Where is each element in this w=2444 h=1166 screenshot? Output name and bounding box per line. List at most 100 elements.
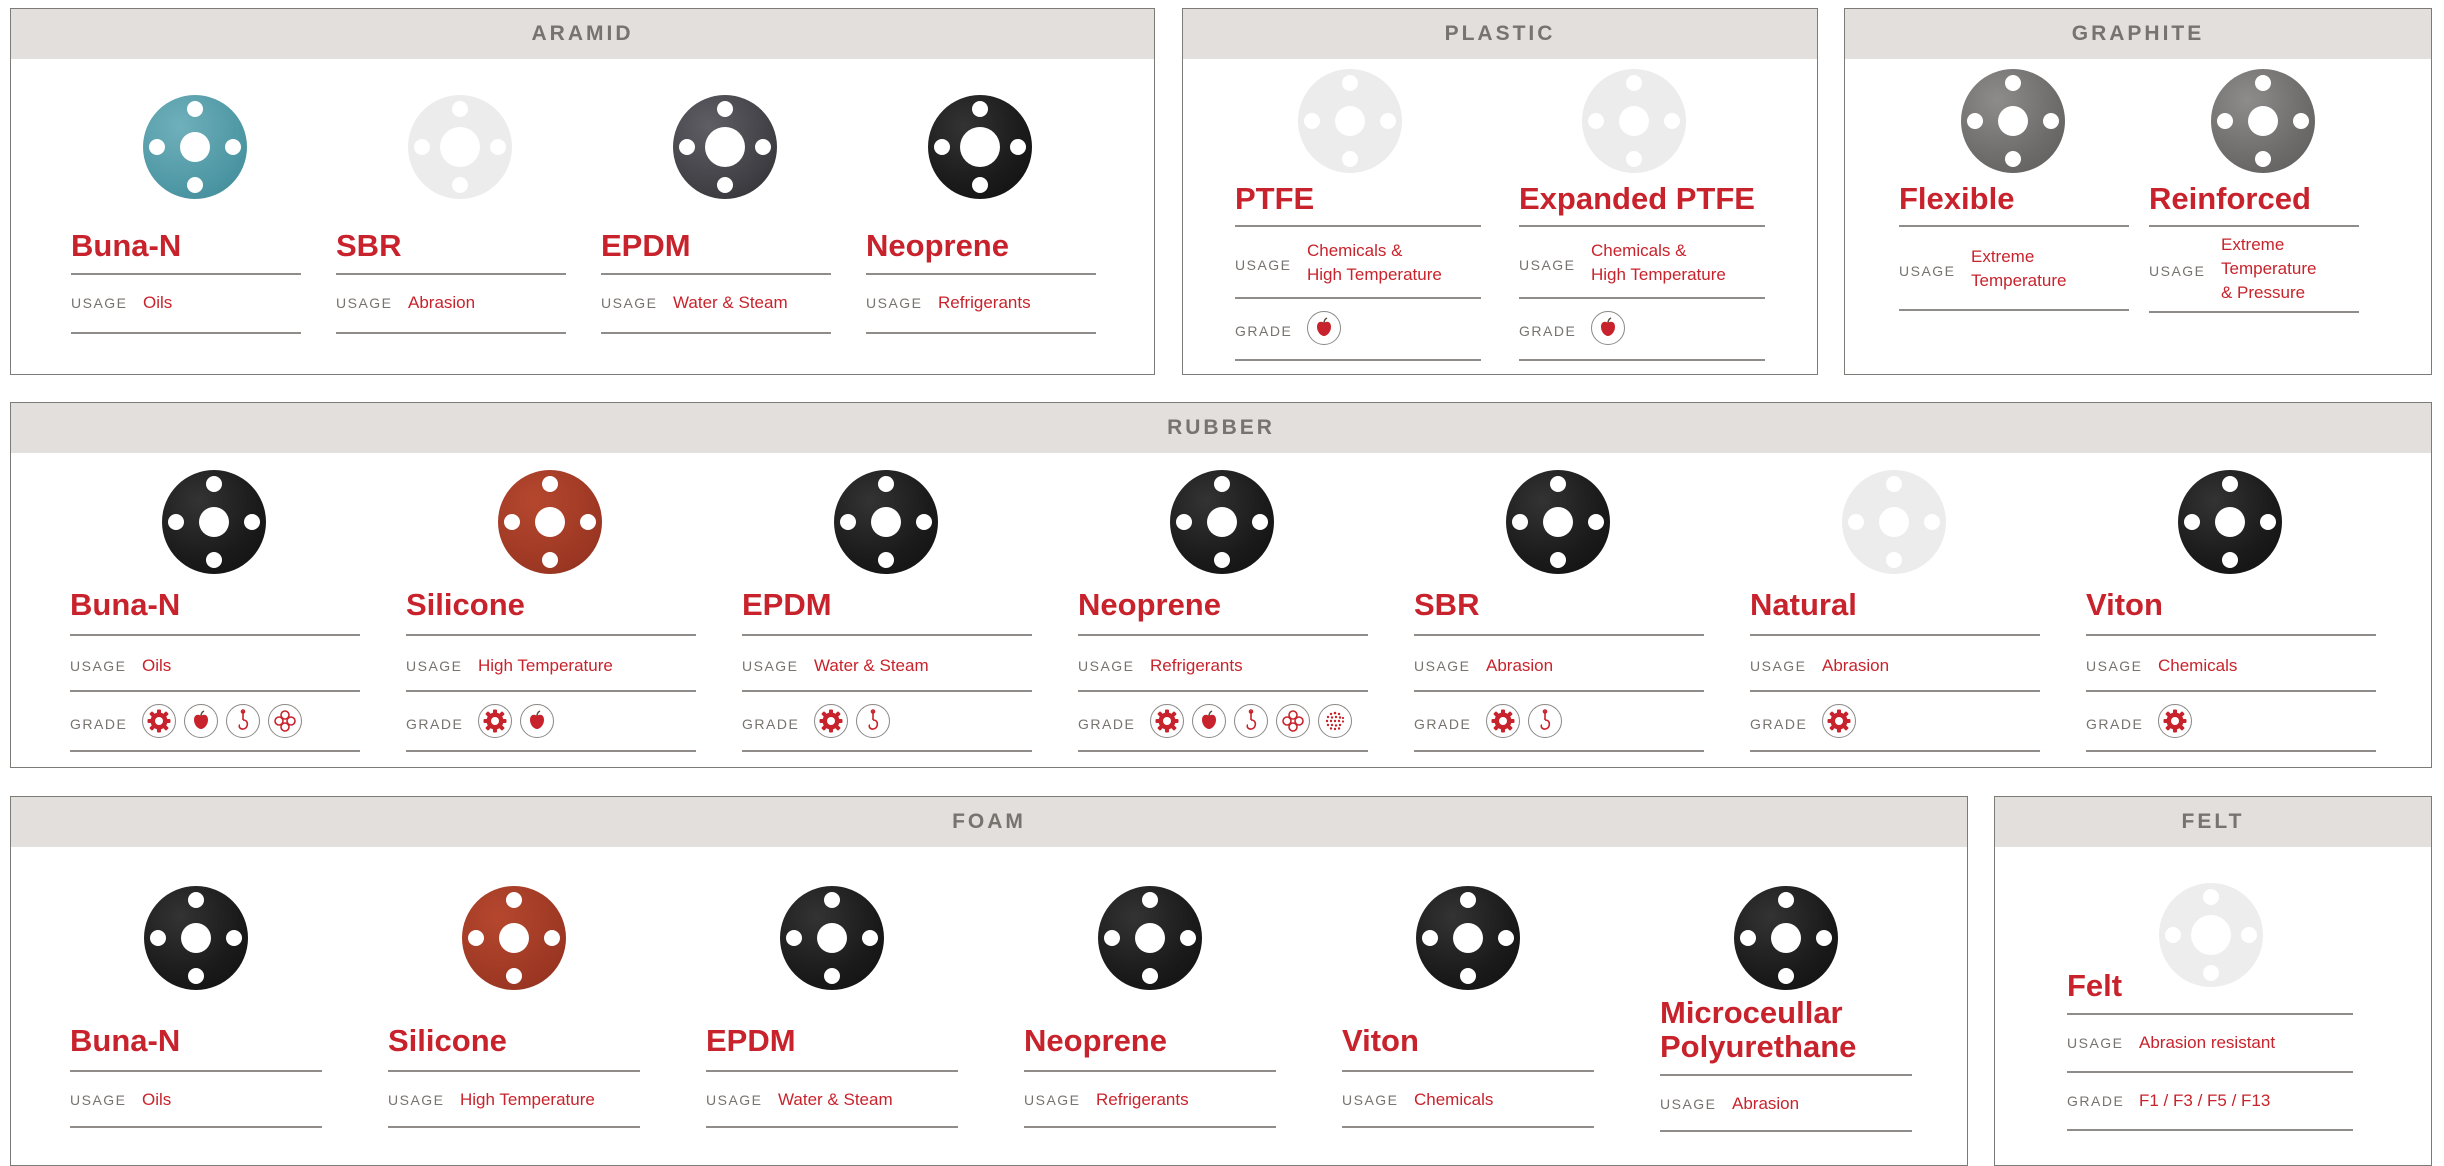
knot-icon — [1276, 704, 1310, 738]
usage-value: Chemicals — [2158, 656, 2238, 675]
gasket-image — [408, 95, 512, 199]
material-name: Neoprene — [1024, 1023, 1167, 1058]
material-name: Buna-N — [70, 587, 181, 622]
material-name: EPDM — [742, 587, 832, 622]
material-name-line-2: Polyurethane — [1660, 1029, 1857, 1064]
hook-icon — [226, 704, 260, 738]
material-card[interactable]: Silicone USAGE High Temperature — [388, 796, 640, 1156]
apple-icon — [1591, 311, 1625, 345]
usage-value-line-1: Chemicals & — [1591, 241, 1687, 260]
grade-label: GRADE — [70, 716, 128, 732]
material-name: Reinforced — [2149, 181, 2311, 216]
material-name: Expanded PTFE — [1519, 181, 1755, 216]
material-name: Felt — [2067, 968, 2123, 1003]
panel-felt: FELT Felt USAGE Abrasion resistant GRADE… — [1994, 796, 2432, 1166]
usage-value: Oils — [142, 1090, 172, 1109]
gasket-image — [1298, 69, 1402, 173]
usage-label: USAGE — [1519, 257, 1576, 273]
gasket-image — [673, 95, 777, 199]
material-card[interactable]: Viton USAGE Chemicals GRADE — [2086, 402, 2376, 762]
material-card[interactable]: SBR USAGE Abrasion GRADE — [1414, 402, 1704, 762]
usage-label: USAGE — [1750, 658, 1807, 674]
usage-value-line-1: Extreme — [1971, 247, 2035, 266]
material-card[interactable]: Silicone USAGE High Temperature GRADE — [406, 402, 696, 762]
usage-label: USAGE — [742, 658, 799, 674]
material-name: Buna-N — [71, 228, 182, 263]
material-card[interactable]: Microceullar Polyurethane USAGE Abrasion — [1660, 796, 1912, 1156]
material-name: Viton — [1342, 1023, 1419, 1058]
gear-icon — [1822, 704, 1856, 738]
grade-label: GRADE — [1750, 716, 1808, 732]
usage-value-line-2: High Temperature — [1307, 265, 1442, 284]
gear-icon — [1150, 704, 1184, 738]
gasket-image — [498, 470, 602, 574]
grade-label: GRADE — [1519, 323, 1577, 339]
material-name: Neoprene — [1078, 587, 1221, 622]
gasket-image — [144, 886, 248, 990]
grade-icons — [1822, 704, 1856, 738]
usage-value: Refrigerants — [1150, 656, 1243, 675]
material-card[interactable]: Expanded PTFE USAGE Chemicals & High Tem… — [1519, 9, 1765, 369]
grade-label: GRADE — [1078, 716, 1136, 732]
material-card[interactable]: Neoprene USAGE Refrigerants — [866, 9, 1096, 369]
usage-value: Abrasion — [1486, 656, 1554, 675]
usage-value: Refrigerants — [938, 293, 1031, 312]
usage-value: High Temperature — [460, 1090, 595, 1109]
hook-icon — [1528, 704, 1562, 738]
gear-icon — [142, 704, 176, 738]
gasket-image — [780, 886, 884, 990]
material-name: Flexible — [1899, 181, 2015, 216]
gasket-image — [1582, 69, 1686, 173]
knot-icon — [268, 704, 302, 738]
grade-label: GRADE — [1414, 716, 1472, 732]
apple-icon — [520, 704, 554, 738]
grade-value: F1 / F3 / F5 / F13 — [2139, 1091, 2271, 1110]
material-card[interactable]: Flexible USAGE Extreme Temperature — [1899, 9, 2129, 369]
usage-value: Abrasion — [408, 293, 476, 312]
gasket-image — [1170, 470, 1274, 574]
material-card[interactable]: Neoprene USAGE Refrigerants GRADE — [1078, 402, 1368, 762]
material-card[interactable]: Buna-N USAGE Oils — [70, 796, 322, 1156]
usage-value: Abrasion — [1822, 656, 1890, 675]
material-card[interactable]: SBR USAGE Abrasion — [336, 9, 566, 369]
grade-icons — [1307, 311, 1341, 345]
material-name-line-1: Microceullar — [1660, 995, 1843, 1030]
material-card[interactable]: Natural USAGE Abrasion GRADE — [1750, 402, 2040, 762]
usage-label: USAGE — [1342, 1092, 1399, 1108]
gasket-image — [2211, 69, 2315, 173]
material-card[interactable]: Buna-N USAGE Oils GRADE — [70, 402, 360, 762]
grade-icons — [1591, 311, 1625, 345]
grade-icons — [1486, 704, 1562, 738]
gear-icon — [2158, 704, 2192, 738]
apple-icon — [1307, 311, 1341, 345]
material-name: Neoprene — [866, 228, 1009, 263]
material-card[interactable]: EPDM USAGE Water & Steam GRADE — [742, 402, 1032, 762]
material-card[interactable]: Viton USAGE Chemicals — [1342, 796, 1594, 1156]
panel-aramid: ARAMID Buna-N USAGE Oils SBR USAGE Abras… — [10, 8, 1155, 375]
material-card[interactable]: Buna-N USAGE Oils — [71, 9, 301, 369]
material-card[interactable]: PTFE USAGE Chemicals & High Temperature … — [1235, 9, 1481, 369]
material-name: SBR — [1414, 587, 1480, 622]
material-card[interactable]: Felt USAGE Abrasion resistant GRADE F1 /… — [2067, 797, 2353, 1157]
gasket-image — [834, 470, 938, 574]
usage-label: USAGE — [866, 295, 923, 311]
grade-label: GRADE — [406, 716, 464, 732]
material-card[interactable]: EPDM USAGE Water & Steam — [706, 796, 958, 1156]
hook-icon — [856, 704, 890, 738]
usage-value: Abrasion resistant — [2139, 1033, 2276, 1052]
gasket-image — [928, 95, 1032, 199]
gasket-image — [1098, 886, 1202, 990]
material-card[interactable]: Reinforced USAGE Extreme Temperature & P… — [2149, 9, 2359, 369]
gasket-image — [1961, 69, 2065, 173]
material-card[interactable]: EPDM USAGE Water & Steam — [601, 9, 831, 369]
grade-icons — [142, 704, 302, 738]
material-name: Natural — [1750, 587, 1857, 622]
usage-value: Water & Steam — [814, 656, 929, 675]
gasket-image — [1842, 470, 1946, 574]
usage-value-line-2: High Temperature — [1591, 265, 1726, 284]
material-card[interactable]: Neoprene USAGE Refrigerants — [1024, 796, 1276, 1156]
usage-label: USAGE — [706, 1092, 763, 1108]
grade-icons — [1150, 704, 1352, 738]
usage-value: Refrigerants — [1096, 1090, 1189, 1109]
gear-icon — [478, 704, 512, 738]
